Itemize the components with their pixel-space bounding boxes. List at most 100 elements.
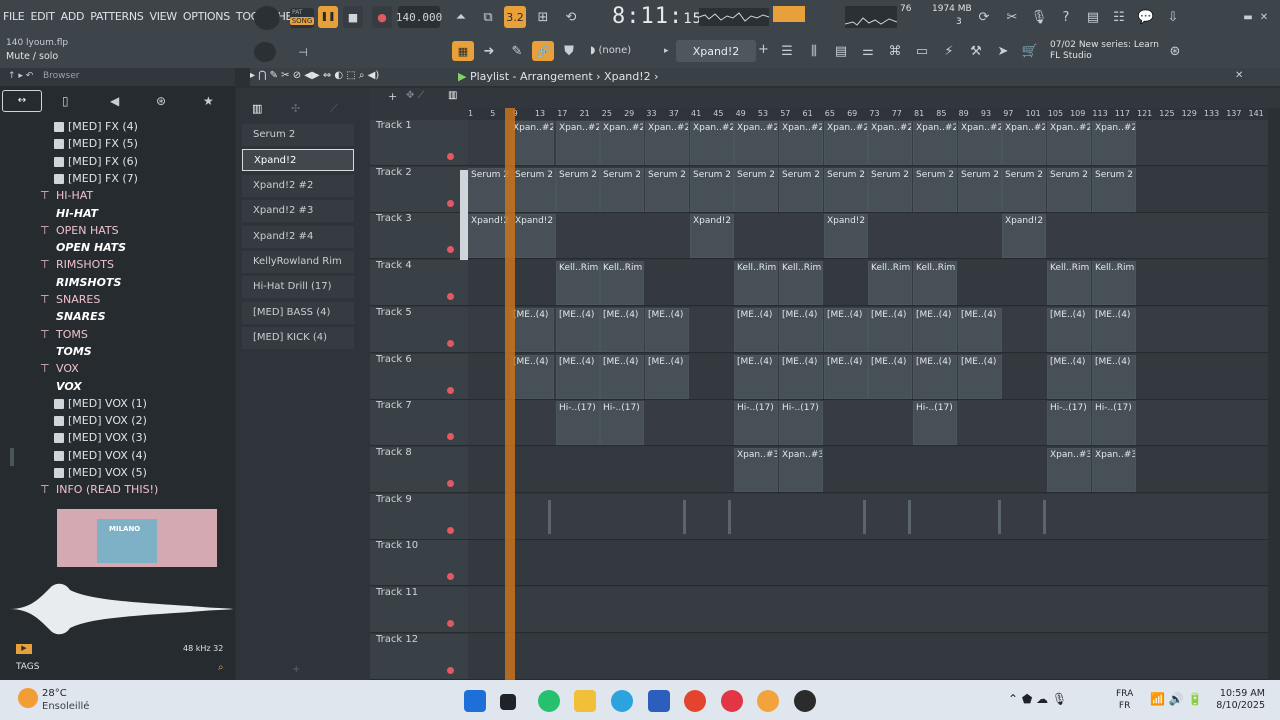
browser-item[interactable]: [MED] FX (5) xyxy=(0,135,235,152)
pattern-clip[interactable]: [ME..(4) xyxy=(734,307,778,352)
channel-item[interactable]: KellyRowland Rim xyxy=(242,251,354,273)
track-lane[interactable]: Serum 2 Serum 2 Serum 2 Serum 2 Serum 2 Serum… xyxy=(468,166,1280,213)
tree-icon[interactable]: ⌘ xyxy=(886,42,904,60)
channel-item[interactable]: Hi-Hat Drill (17) xyxy=(242,276,354,299)
pattern-clip[interactable]: Xpan..#2 xyxy=(868,121,912,165)
pencil-icon[interactable]: ✎ xyxy=(508,42,526,60)
pattern-clip[interactable]: Serum 2 xyxy=(913,167,957,212)
send-icon[interactable]: ➤ xyxy=(994,42,1012,60)
pattern-clip[interactable]: Kell..Rim xyxy=(868,261,912,306)
pattern-clip[interactable]: [ME..(4) xyxy=(913,354,957,399)
master-pitch-slider[interactable]: ⊣ xyxy=(292,44,314,60)
browser-item[interactable]: SNARES xyxy=(0,308,235,325)
browser-item[interactable]: ⊤ RIMSHOTS xyxy=(0,256,235,273)
track-mute-dot[interactable] xyxy=(447,479,454,487)
pattern-clip[interactable]: Hi-..(17) xyxy=(600,401,644,446)
track-header[interactable]: Track 3 xyxy=(370,213,468,260)
link-icon[interactable]: 🔗 xyxy=(532,41,554,61)
pattern-clip[interactable]: Xpand!2 xyxy=(690,214,734,259)
tempo-display[interactable]: 140.000 xyxy=(396,6,442,28)
browser-item[interactable]: [MED] FX (6) xyxy=(0,153,235,170)
file-explorer-icon[interactable] xyxy=(574,690,596,712)
browser-item[interactable]: [MED] VOX (2) xyxy=(0,412,235,429)
channel-item[interactable]: Serum 2 xyxy=(242,124,354,146)
menu-add[interactable]: ADD xyxy=(58,8,88,26)
pattern-clip[interactable]: [ME..(4) xyxy=(868,354,912,399)
menu-patterns[interactable]: PATTERNS xyxy=(87,8,146,26)
playlist-close-icon[interactable]: ✕ xyxy=(1235,70,1243,81)
mixer-icon[interactable]: ☷ xyxy=(1110,8,1128,26)
chat-icon[interactable]: 💬 xyxy=(1137,8,1155,26)
pattern-clip[interactable]: Kell..Rim xyxy=(734,261,778,306)
pattern-clip[interactable]: Hi-..(17) xyxy=(1047,401,1091,446)
pattern-clip[interactable]: Kell..Rim xyxy=(1092,261,1136,306)
automation-clip[interactable] xyxy=(683,499,686,534)
windows-start-icon[interactable] xyxy=(464,690,486,712)
pattern-clip[interactable]: [ME..(4) xyxy=(734,354,778,399)
pattern-clip[interactable]: [ME..(4) xyxy=(1092,354,1136,399)
pattern-clip[interactable]: Kell..Rim xyxy=(556,261,600,306)
browser-all-tab[interactable]: ↔ xyxy=(2,90,42,112)
browser-item[interactable]: RIMSHOTS xyxy=(0,274,235,291)
telegram-icon[interactable] xyxy=(611,690,633,712)
globe-icon[interactable]: ⊛ xyxy=(1166,42,1184,60)
pattern-clip[interactable]: Xpan..#2 xyxy=(958,121,1002,165)
metronome-icon[interactable]: ⏶ xyxy=(452,8,470,26)
browser-item[interactable]: ⊤ OPEN HATS xyxy=(0,222,235,239)
track-header[interactable]: Track 1 xyxy=(370,120,468,166)
clock[interactable]: 10:59 AM 8/10/2025 xyxy=(1215,688,1265,712)
preview-play-icon[interactable]: ▶ xyxy=(16,644,32,654)
pattern-clip[interactable]: Xpan..#2 xyxy=(913,121,957,165)
channel-item[interactable]: Xpand!2 xyxy=(242,149,354,172)
pattern-clip[interactable]: Xpan..#2 xyxy=(824,121,868,165)
browser-item[interactable]: ⊤ VOX xyxy=(0,360,235,377)
automation-clip[interactable] xyxy=(548,499,551,534)
pattern-clip[interactable]: [ME..(4) xyxy=(824,354,868,399)
track-mute-dot[interactable] xyxy=(447,526,454,534)
pattern-clip[interactable]: Xpan..#2 xyxy=(690,121,734,165)
pattern-clip[interactable]: Xpan..#2 xyxy=(1092,121,1136,165)
tags-search-icon[interactable]: ⌕ xyxy=(218,662,224,673)
automation-icon[interactable]: ✣ xyxy=(291,102,300,115)
pattern-clip[interactable]: Serum 2 xyxy=(512,167,556,212)
menu-file[interactable]: FILE xyxy=(0,8,27,26)
pattern-clip[interactable]: Xpand!2 xyxy=(1002,214,1046,259)
track-lane[interactable]: [ME..(4) [ME..(4) [ME..(4) [ME..(4) [ME..(4)… xyxy=(468,353,1280,400)
app-icon[interactable] xyxy=(794,690,816,712)
pattern-clip[interactable]: [ME..(4) xyxy=(556,354,600,399)
pattern-clip[interactable]: [ME..(4) xyxy=(645,307,689,352)
pattern-clip[interactable]: Serum 2 xyxy=(1092,167,1136,212)
track-mute-dot[interactable] xyxy=(447,293,454,301)
pattern-clip[interactable]: Xpan..#3 xyxy=(779,447,823,492)
pattern-prev-icon[interactable]: ▸ xyxy=(664,46,669,56)
browser-item[interactable]: [MED] VOX (3) xyxy=(0,429,235,446)
cart-icon[interactable]: 🛒 xyxy=(1021,42,1039,60)
track-header[interactable]: Track 2 xyxy=(370,166,468,213)
track-mute-dot[interactable] xyxy=(447,153,454,160)
menu-edit[interactable]: EDIT xyxy=(27,8,57,26)
browser-plugin-icon[interactable]: ⊛ xyxy=(156,94,166,108)
pattern-clip[interactable]: [ME..(4) xyxy=(1047,354,1091,399)
pattern-clip[interactable]: [ME..(4) xyxy=(913,307,957,352)
playlist-options-icon[interactable]: ✥ ⟋ xyxy=(406,90,425,101)
automation-clip[interactable] xyxy=(863,499,866,534)
pattern-clip[interactable]: Xpand!2 xyxy=(824,214,868,259)
track-mute-dot[interactable] xyxy=(447,620,454,627)
pattern-clip[interactable]: Hi-..(17) xyxy=(779,401,823,446)
track-mute-dot[interactable] xyxy=(447,339,454,347)
track-header[interactable]: Track 11 xyxy=(370,587,468,633)
browser-scroll-arrow[interactable] xyxy=(10,448,14,466)
pattern-clip[interactable]: Serum 2 xyxy=(958,167,1002,212)
help-icon[interactable]: ? xyxy=(1057,8,1075,26)
pattern-clip[interactable]: Xpan..#2 xyxy=(1047,121,1091,165)
track-lane[interactable]: Xpan..#2 Xpan..#2 Xpan..#2 Xpan..#2 Xpan..#2… xyxy=(468,120,1280,166)
shield-app-icon[interactable] xyxy=(648,690,670,712)
track-lane[interactable]: Kell..Rim Kell..Rim Kell..Rim Kell..Rim Kell… xyxy=(468,260,1280,307)
browser-favorites-icon[interactable]: ★ xyxy=(203,94,214,108)
pattern-clip[interactable]: Xpan..#2 xyxy=(510,121,554,165)
browser-item[interactable]: [MED] VOX (4) xyxy=(0,447,235,464)
track-lane[interactable] xyxy=(468,633,1280,680)
browser-item[interactable]: ⊤ SNARES xyxy=(0,291,235,308)
playhead[interactable] xyxy=(505,108,515,680)
track-mute-dot[interactable] xyxy=(447,433,454,441)
